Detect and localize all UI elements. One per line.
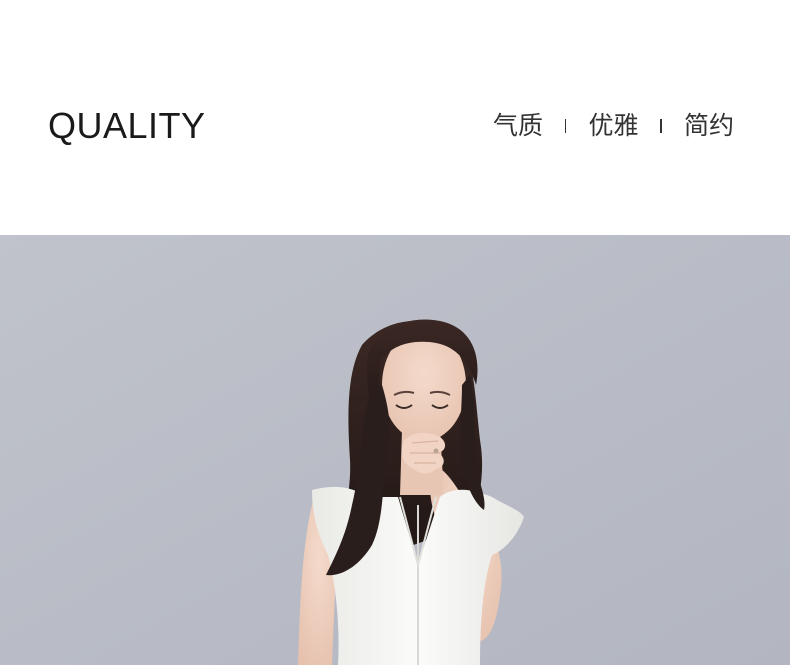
tag-row: 气质 优雅 简约 xyxy=(493,108,734,144)
tag-jianyue: 简约 xyxy=(683,111,734,140)
model-photo xyxy=(0,235,790,665)
tag-separator xyxy=(564,119,567,133)
ring xyxy=(433,448,439,454)
page: QUALITY 气质 优雅 简约 xyxy=(0,0,790,665)
tag-qizhi: 气质 xyxy=(492,111,543,140)
quality-title: QUALITY xyxy=(48,105,206,146)
header-section: QUALITY 气质 优雅 简约 xyxy=(0,0,790,235)
tag-youya: 优雅 xyxy=(588,111,639,140)
model-photo-illustration xyxy=(0,235,790,665)
tag-separator xyxy=(660,119,662,133)
